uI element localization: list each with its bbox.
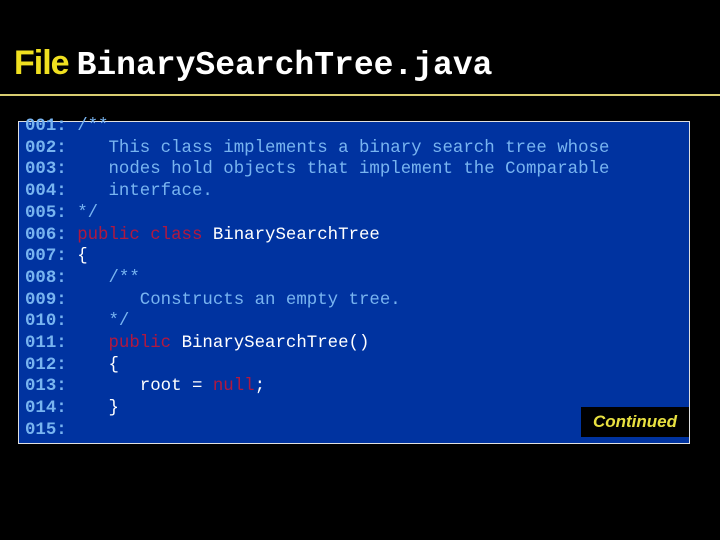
code-text: { <box>77 355 119 375</box>
code-comment: interface. <box>77 182 213 202</box>
code-line: 008: /** <box>25 268 609 290</box>
code-lines: 001: /** 002: This class implements a bin… <box>25 116 609 442</box>
line-number: 001: <box>25 117 67 136</box>
code-line: 015: <box>25 420 609 442</box>
code-comment: Constructs an empty tree. <box>77 290 401 310</box>
code-keyword: public class <box>77 225 213 245</box>
slide-title: File BinarySearchTree.java <box>14 44 492 84</box>
line-number: 003: <box>25 160 67 180</box>
line-number: 013: <box>25 377 67 397</box>
line-number: 014: <box>25 399 67 419</box>
line-number: 002: <box>25 138 67 158</box>
code-text: { <box>77 247 88 267</box>
line-number: 011: <box>25 334 67 354</box>
code-text: ; <box>254 377 266 397</box>
code-text: BinarySearchTree <box>212 225 380 245</box>
code-comment: /** <box>77 268 140 288</box>
code-comment: */ <box>77 203 99 223</box>
code-line: 013: root = null; <box>25 376 609 398</box>
line-number: 009: <box>25 290 67 310</box>
code-keyword: null <box>212 377 255 397</box>
line-number: 004: <box>25 182 67 202</box>
code-listing: 001: /** 002: This class implements a bin… <box>18 117 690 444</box>
title-prefix: File <box>14 44 70 82</box>
line-number: 005: <box>25 203 67 223</box>
line-number: 006: <box>25 225 67 245</box>
line-number: 010: <box>25 312 67 332</box>
title-divider <box>0 94 720 96</box>
line-number: 012: <box>25 355 67 375</box>
code-line: 011: public BinarySearchTree() <box>25 333 609 355</box>
code-text: } <box>77 399 119 419</box>
line-number: 015: <box>25 420 67 440</box>
code-comment: nodes hold objects that implement the Co… <box>77 160 610 180</box>
code-line: 005: */ <box>25 203 609 225</box>
code-line: 007: { <box>25 246 609 268</box>
code-line: 006: public class BinarySearchTree <box>25 225 609 247</box>
code-line: 003: nodes hold objects that implement t… <box>25 159 609 181</box>
code-comment: This class implements a binary search tr… <box>77 138 610 158</box>
code-keyword: public <box>77 334 182 354</box>
code-text: BinarySearchTree() <box>181 334 370 354</box>
code-line: 002: This class implements a binary sear… <box>25 138 609 160</box>
code-line: 009: Constructs an empty tree. <box>25 290 609 312</box>
code-text: root = <box>77 377 213 397</box>
line-number: 008: <box>25 268 67 288</box>
code-comment: /** <box>77 117 109 136</box>
title-filename: BinarySearchTree.java <box>76 47 493 84</box>
code-line: 014: } <box>25 398 609 420</box>
code-line: 012: { <box>25 355 609 377</box>
code-line: 004: interface. <box>25 181 609 203</box>
code-line: 001: /** <box>25 116 609 138</box>
code-comment: */ <box>77 312 130 332</box>
continued-label: Continued <box>581 407 689 437</box>
line-number: 007: <box>25 247 67 267</box>
code-line: 010: */ <box>25 311 609 333</box>
